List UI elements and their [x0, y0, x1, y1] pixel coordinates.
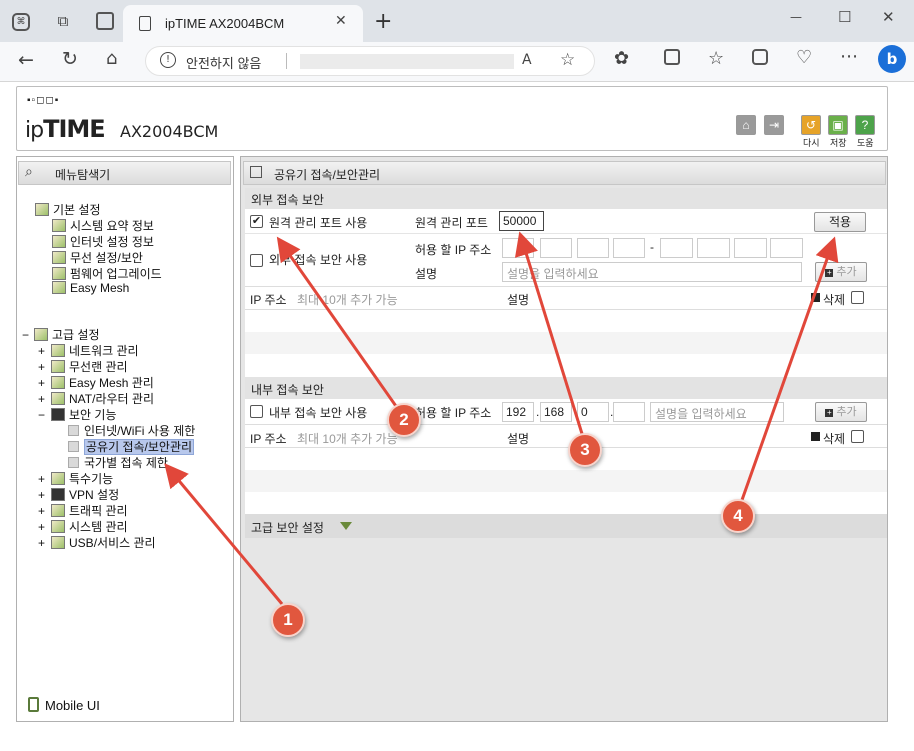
arrow-4: [740, 236, 839, 501]
arrow-2: [276, 236, 400, 410]
annotation-badge-2: 2: [387, 403, 421, 437]
arrow-3: [514, 231, 585, 438]
annotation-badge-1: 1: [271, 603, 305, 637]
annotation-badge-4: 4: [721, 499, 755, 533]
arrow-1: [164, 463, 284, 605]
annotation-badge-3: 3: [568, 433, 602, 467]
annotation-arrows: [164, 231, 839, 605]
